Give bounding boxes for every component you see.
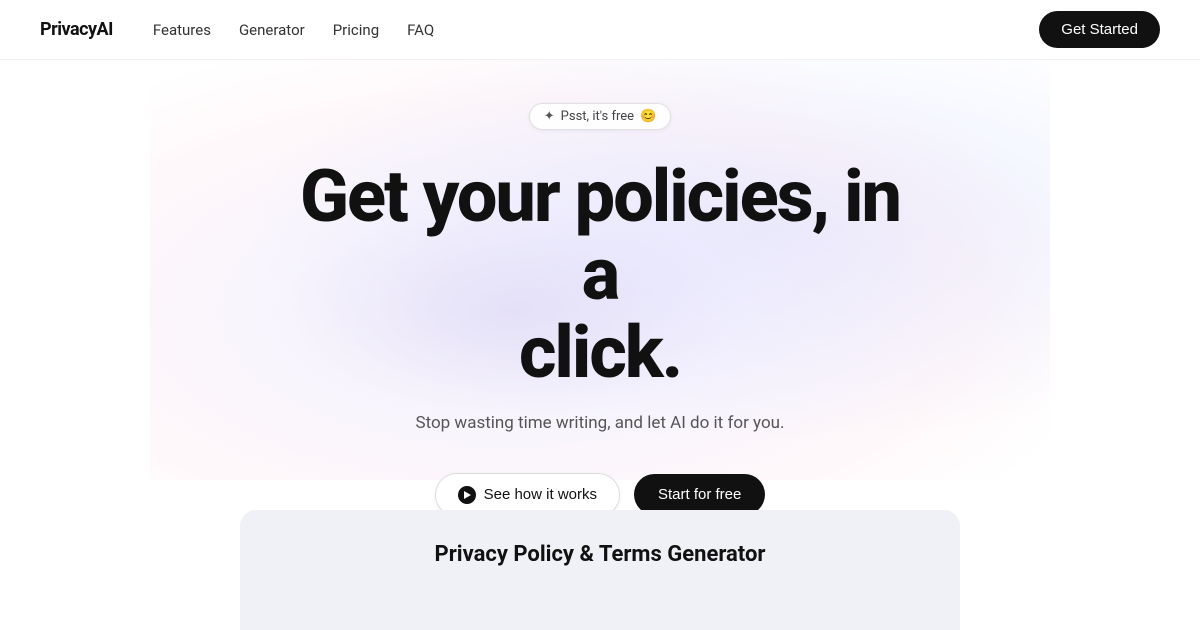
see-how-button[interactable]: See how it works <box>435 473 620 510</box>
play-icon <box>458 486 476 504</box>
nav-features[interactable]: Features <box>153 21 211 39</box>
navbar-left: PrivacyAI Features Generator Pricing FAQ <box>40 19 434 40</box>
hero-content: ✦ Psst, it's free 😊 Get your policies, i… <box>290 103 910 510</box>
cta-group: See how it works Start for free <box>435 473 766 510</box>
see-how-label: See how it works <box>484 486 597 503</box>
hero-title-line2: click. <box>519 310 681 395</box>
hero-title: Get your policies, in a click. <box>290 158 910 391</box>
logo: PrivacyAI <box>40 19 113 40</box>
badge-text: Psst, it's free <box>561 109 634 124</box>
navbar: PrivacyAI Features Generator Pricing FAQ… <box>0 0 1200 60</box>
nav-faq[interactable]: FAQ <box>407 21 434 39</box>
nav-links: Features Generator Pricing FAQ <box>153 21 434 39</box>
hero-section: ✦ Psst, it's free 😊 Get your policies, i… <box>0 60 1200 510</box>
badge-emoji: 😊 <box>640 109 656 124</box>
hero-subtitle: Stop wasting time writing, and let AI do… <box>415 411 784 437</box>
nav-generator[interactable]: Generator <box>239 21 305 39</box>
bottom-section: Privacy Policy & Terms Generator <box>0 510 1200 630</box>
generator-card: Privacy Policy & Terms Generator <box>240 510 960 630</box>
generator-card-title: Privacy Policy & Terms Generator <box>280 542 920 567</box>
promo-badge: ✦ Psst, it's free 😊 <box>529 103 671 130</box>
start-free-button[interactable]: Start for free <box>634 474 765 510</box>
hero-title-line1: Get your policies, in a <box>300 154 900 317</box>
badge-sparkle-icon: ✦ <box>544 109 555 124</box>
nav-pricing[interactable]: Pricing <box>333 21 379 39</box>
get-started-button[interactable]: Get Started <box>1039 11 1160 48</box>
